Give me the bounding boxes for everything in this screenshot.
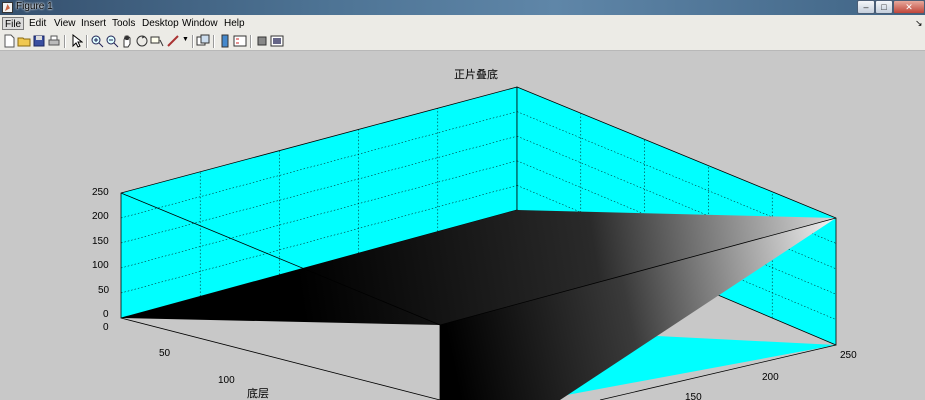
x-axis-ticks: 0 50 100 — [103, 322, 235, 386]
rotate-3d-icon[interactable] — [135, 34, 149, 48]
menu-desktop[interactable]: Desktop — [140, 17, 181, 30]
save-figure-icon[interactable] — [32, 34, 46, 48]
y-tick-label: 200 — [762, 372, 779, 383]
z-axis-ticks: 250 200 150 100 50 0 — [92, 187, 110, 320]
menu-edit[interactable]: Edit — [27, 17, 48, 30]
print-figure-icon[interactable] — [47, 34, 61, 48]
maximize-button[interactable]: □ — [875, 0, 893, 14]
zoom-in-icon[interactable] — [90, 34, 104, 48]
menu-help[interactable]: Help — [222, 17, 247, 30]
x-axis-label: 底层 — [247, 386, 269, 400]
menu-insert[interactable]: Insert — [79, 17, 108, 30]
pan-hand-icon[interactable] — [120, 34, 134, 48]
y-tick-label: 250 — [840, 350, 857, 361]
menu-window[interactable]: Window — [180, 17, 220, 30]
window-title: Figure 1 — [16, 1, 53, 12]
x-tick-label: 0 — [103, 322, 109, 333]
data-cursor-icon[interactable] — [150, 34, 164, 48]
brush-dropdown-icon[interactable]: ▼ — [182, 36, 189, 43]
show-plot-tools-icon[interactable] — [270, 34, 284, 48]
close-button[interactable]: ✕ — [893, 0, 925, 14]
z-tick-label: 150 — [92, 236, 109, 247]
zoom-out-icon[interactable] — [105, 34, 119, 48]
figure-toolbar: ▼ — [0, 32, 925, 51]
menu-tools[interactable]: Tools — [110, 17, 137, 30]
toolbar-separator — [192, 35, 194, 48]
dock-arrow-icon[interactable]: ↘ — [915, 18, 923, 29]
z-tick-label: 50 — [98, 285, 110, 296]
minimize-button[interactable]: ‒ — [857, 0, 875, 14]
figure-plot-area[interactable]: 250 200 150 100 50 0 0 50 100 150 200 25… — [0, 51, 925, 400]
edit-plot-arrow-icon[interactable] — [69, 34, 83, 48]
menu-view[interactable]: View — [52, 17, 78, 30]
x-tick-label: 50 — [159, 348, 171, 359]
z-tick-label: 0 — [103, 309, 109, 320]
maximize-icon: □ — [881, 2, 887, 12]
close-icon: ✕ — [905, 2, 913, 12]
menu-bar: File Edit View Insert Tools Desktop Wind… — [0, 15, 925, 32]
link-plot-icon[interactable] — [196, 34, 210, 48]
minimize-icon: ‒ — [863, 2, 869, 12]
toolbar-separator — [213, 35, 215, 48]
legend-icon[interactable] — [233, 34, 247, 48]
new-figure-icon[interactable] — [2, 34, 16, 48]
y-tick-label: 150 — [685, 392, 702, 400]
z-tick-label: 250 — [92, 187, 109, 198]
open-file-icon[interactable] — [17, 34, 31, 48]
toolbar-separator — [64, 35, 66, 48]
chart-title: 正片叠底 — [454, 67, 498, 81]
colorbar-icon[interactable] — [218, 34, 232, 48]
x-tick-label: 100 — [218, 375, 235, 386]
toolbar-separator — [86, 35, 88, 48]
hide-plot-tools-icon[interactable] — [255, 34, 269, 48]
window-title-bar[interactable]: Figure 1 ‒ □ ✕ — [0, 0, 925, 15]
toolbar-separator — [250, 35, 252, 48]
z-tick-label: 200 — [92, 211, 109, 222]
z-tick-label: 100 — [92, 260, 109, 271]
menu-file[interactable]: File — [2, 17, 25, 30]
brush-icon[interactable] — [166, 34, 180, 48]
figure-window-icon — [2, 2, 13, 13]
